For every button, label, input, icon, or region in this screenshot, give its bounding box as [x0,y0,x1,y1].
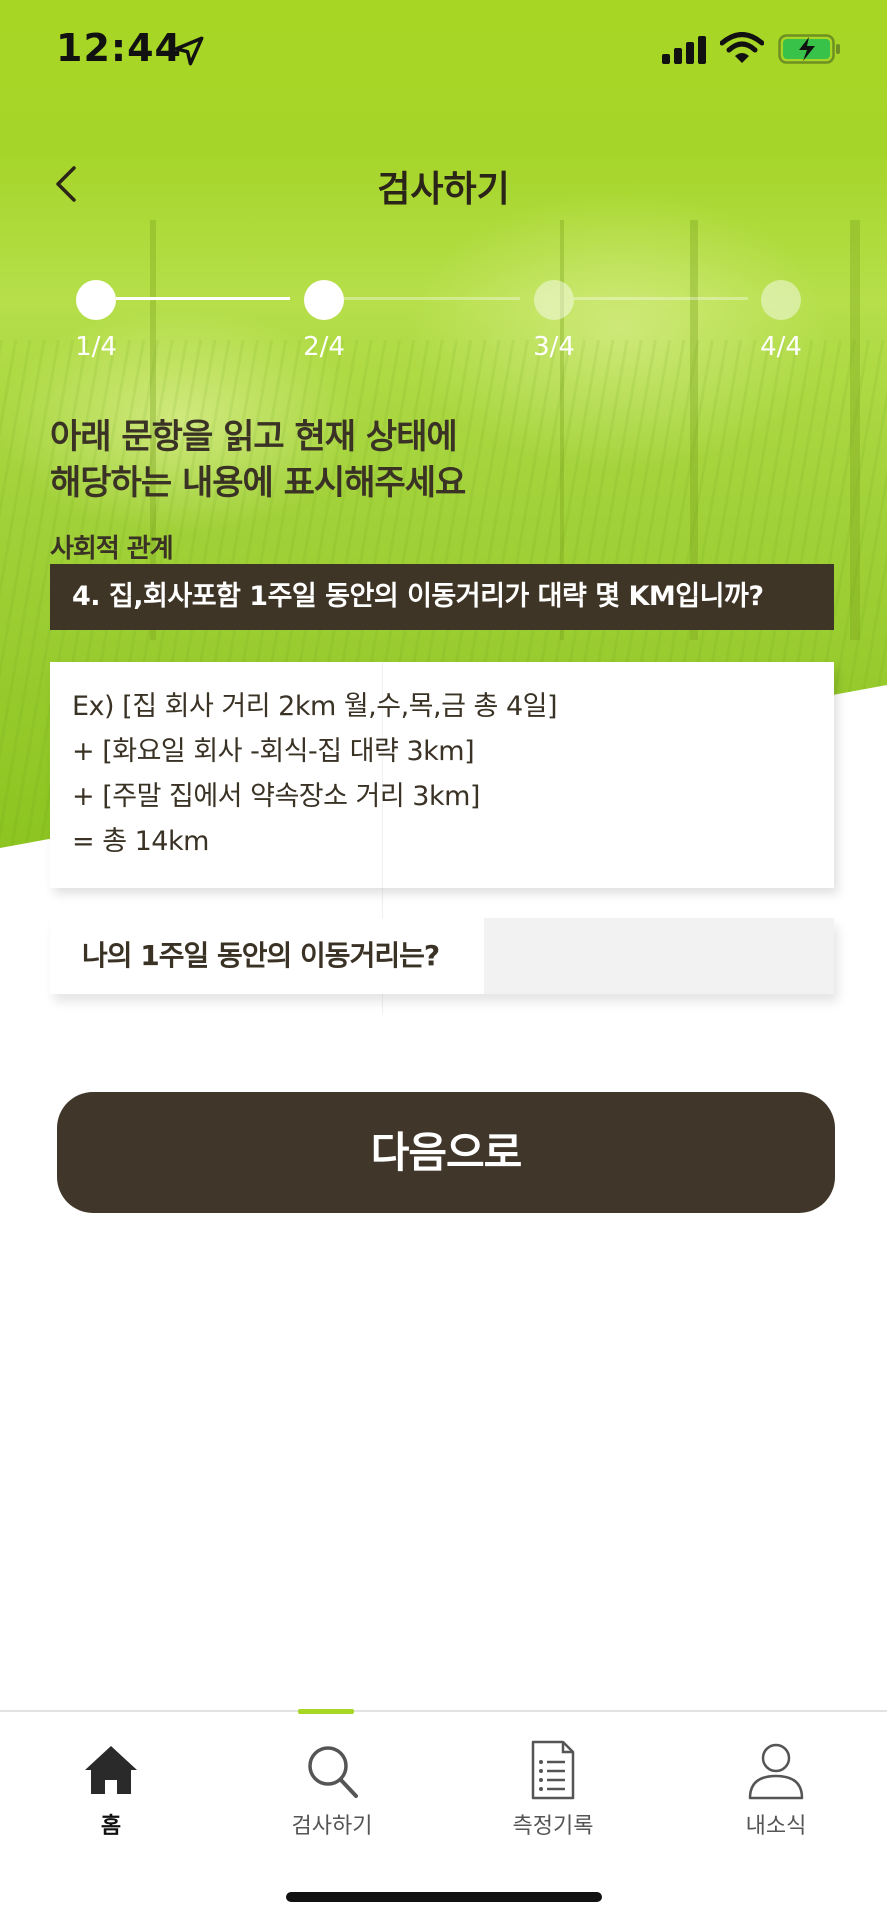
example-line: Ex) [집 회사 거리 2km 월,수,목,금 총 4일] [72,691,558,722]
question-category: 사회적 관계 [50,534,174,564]
tab-my-news-label: 내소식 [745,1814,807,1839]
step-4-dot [761,280,801,320]
document-list-icon [531,1740,575,1800]
step-3-label: 3/4 [533,332,575,362]
step-connector [116,297,290,300]
example-line: = 총 14km [72,826,209,857]
battery-charging-icon [778,34,840,64]
location-arrow-icon [174,36,204,66]
tab-search-label: 검사하기 [291,1814,373,1839]
tab-records-label: 측정기록 [512,1814,594,1839]
home-indicator [286,1892,602,1902]
tab-records[interactable]: 측정기록 [473,1738,633,1840]
tab-home-label: 홈 [100,1814,122,1839]
tab-search[interactable]: 검사하기 [252,1738,412,1840]
step-connector [344,297,520,300]
bottom-tab-bar: 홈 검사하기 측정기록 내소식 [0,1709,887,1920]
step-1-label: 1/4 [75,332,117,362]
next-button[interactable]: 다음으로 [57,1092,835,1213]
step-1-dot [76,280,116,320]
answer-label: 나의 1주일 동안의 이동거리는? [82,939,440,972]
step-2-label: 2/4 [303,332,345,362]
distance-input[interactable] [484,918,834,994]
step-connector [574,297,748,300]
progress-stepper: 1/4 2/4 3/4 4/4 [0,280,887,370]
step-2-dot [304,280,344,320]
instruction-line-1: 아래 문항을 읽고 현재 상태에 [50,417,458,457]
status-time: 12:44 [56,26,182,70]
home-icon [85,1746,137,1794]
page-title: 검사하기 [377,169,510,210]
step-4-label: 4/4 [760,332,802,362]
search-icon [308,1746,358,1798]
example-line: + [주말 집에서 약속장소 거리 3km] [72,781,480,812]
wifi-icon [720,32,764,63]
example-line: + [화요일 회사 -회식-집 대략 3km] [72,736,475,767]
question-text: 4. 집,회사포함 1주일 동안의 이동거리가 대략 몇 KM입니까? [50,564,834,630]
example-card: Ex) [집 회사 거리 2km 월,수,목,금 총 4일] + [화요일 회사… [50,662,834,888]
tab-indicator [298,1709,354,1714]
answer-row: 나의 1주일 동안의 이동거리는? [50,918,834,994]
person-icon [748,1743,804,1800]
instruction-heading: 아래 문항을 읽고 현재 상태에 해당하는 내용에 표시해주세요 [50,414,466,506]
tab-home[interactable]: 홈 [31,1738,191,1840]
status-bar: 12:44 [0,0,887,100]
step-3-dot [534,280,574,320]
tab-my-news[interactable]: 내소식 [696,1738,856,1840]
instruction-line-2: 해당하는 내용에 표시해주세요 [50,463,466,503]
